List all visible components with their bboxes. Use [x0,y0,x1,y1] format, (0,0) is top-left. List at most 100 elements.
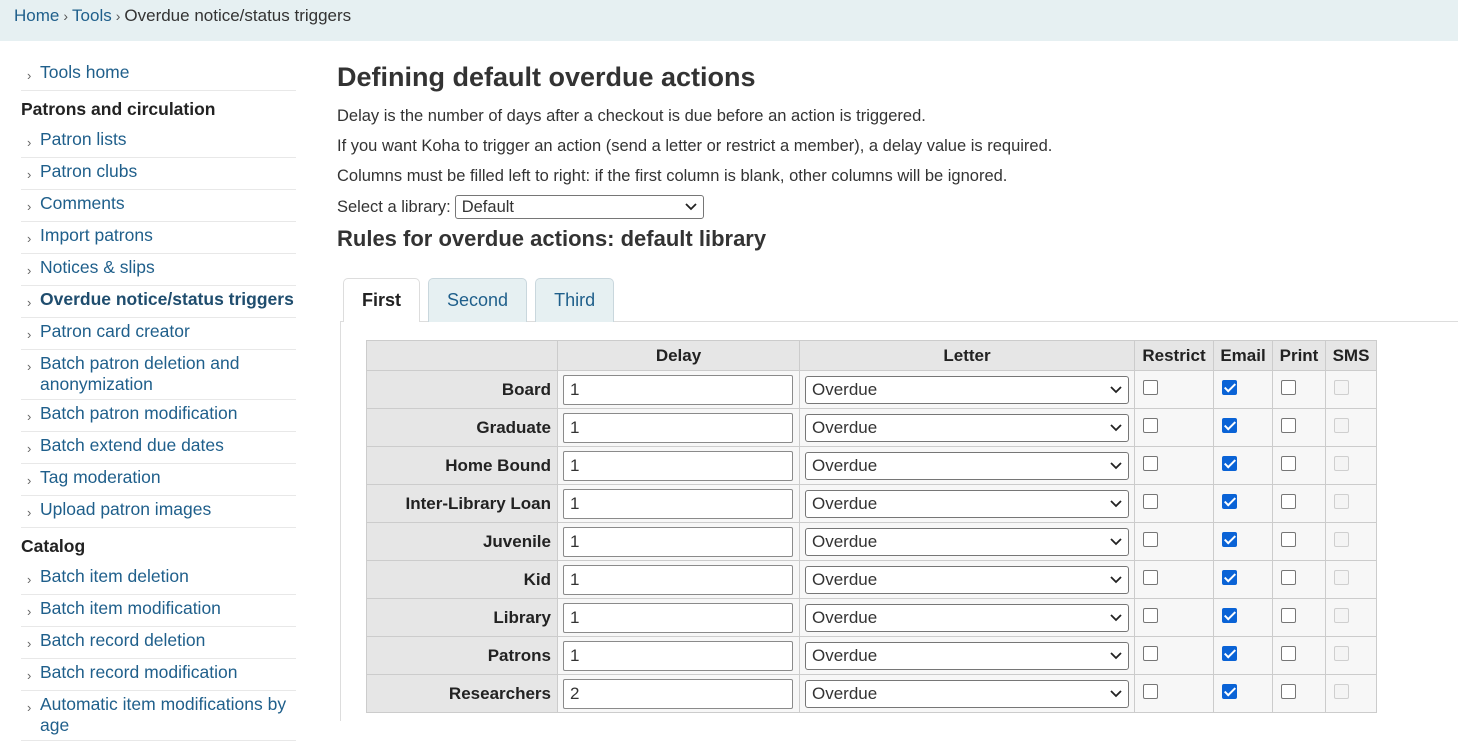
tab-second[interactable]: Second [428,278,528,322]
sidebar-item-batch-patron-deletion-and-anonymization[interactable]: › Batch patron deletion and anonymization [21,350,296,400]
restrict-checkbox[interactable] [1143,532,1158,547]
delay-input[interactable]: 1 [563,450,793,481]
restrict-checkbox[interactable] [1143,456,1158,471]
print-checkbox[interactable] [1281,684,1296,699]
letter-select[interactable]: Overdue [805,413,1129,442]
print-checkbox[interactable] [1281,532,1296,547]
breadcrumb-current: Overdue notice/status triggers [124,6,352,25]
print-checkbox[interactable] [1281,608,1296,623]
sidebar-link[interactable]: Overdue notice/status triggers [40,289,294,310]
restrict-checkbox[interactable] [1143,570,1158,585]
tab-first[interactable]: First [343,278,421,322]
delay-input[interactable]: 1 [563,412,793,443]
letter-select[interactable]: Overdue [805,527,1129,556]
restrict-checkbox[interactable] [1143,646,1158,661]
sidebar-link[interactable]: Upload patron images [40,499,211,520]
chevron-right-icon: › [27,505,32,520]
delay-input[interactable]: 1 [563,564,793,595]
email-checkbox[interactable] [1222,608,1237,623]
sidebar-item-comments[interactable]: › Comments [21,190,296,222]
delay-input[interactable]: 1 [563,526,793,557]
sidebar-link[interactable]: Batch extend due dates [40,435,224,456]
sidebar-item-patron-clubs[interactable]: › Patron clubs [21,158,296,190]
sidebar-item-notices-slips[interactable]: › Notices & slips [21,254,296,286]
sidebar-item-batch-item-deletion[interactable]: › Batch item deletion [21,563,296,595]
restrict-checkbox[interactable] [1143,608,1158,623]
sidebar-link[interactable]: Batch record modification [40,662,237,683]
email-checkbox[interactable] [1222,380,1237,395]
sidebar-item-patron-card-creator[interactable]: › Patron card creator [21,318,296,350]
sidebar-item-batch-extend-due-dates[interactable]: › Batch extend due dates [21,432,296,464]
print-checkbox[interactable] [1281,494,1296,509]
sidebar-item-patron-lists[interactable]: › Patron lists [21,126,296,158]
restrict-checkbox[interactable] [1143,380,1158,395]
email-checkbox[interactable] [1222,570,1237,585]
help-text: Columns must be filled left to right: if… [337,167,1008,185]
restrict-checkbox[interactable] [1143,684,1158,699]
chevron-right-icon: › [27,604,32,619]
sidebar-link[interactable]: Comments [40,193,125,214]
sidebar-item-batch-record-modification[interactable]: › Batch record modification [21,659,296,691]
table-row: Board 1 Overdue [366,370,1377,409]
sidebar-link[interactable]: Batch record deletion [40,630,205,651]
column-header-category [366,340,558,371]
print-checkbox[interactable] [1281,456,1296,471]
sidebar-link[interactable]: Tools home [40,62,130,83]
library-select[interactable]: Default [454,195,704,219]
sidebar-item-import-patrons[interactable]: › Import patrons [21,222,296,254]
email-checkbox[interactable] [1222,456,1237,471]
email-checkbox[interactable] [1222,684,1237,699]
delay-input[interactable]: 1 [563,374,793,405]
sidebar-item-automatic-item-modifications-by-age[interactable]: › Automatic item modifications by age [21,691,296,741]
sidebar-link[interactable]: Batch patron deletion and anonymization [40,353,296,395]
breadcrumb-tools-link[interactable]: Tools [72,6,112,25]
sidebar-item-tools-home[interactable]: › Tools home [21,59,296,91]
letter-value: Overdue [812,607,878,627]
letter-select[interactable]: Overdue [805,641,1129,670]
sidebar-item-upload-patron-images[interactable]: › Upload patron images [21,496,296,528]
print-checkbox[interactable] [1281,380,1296,395]
sidebar-link[interactable]: Notices & slips [40,257,155,278]
sidebar-section-heading: Patrons and circulation [21,99,216,119]
chevron-right-icon: › [27,327,32,342]
print-checkbox[interactable] [1281,570,1296,585]
tab-third[interactable]: Third [535,278,615,322]
delay-input[interactable]: 2 [563,678,793,709]
email-checkbox[interactable] [1222,494,1237,509]
sidebar-item-batch-item-modification[interactable]: › Batch item modification [21,595,296,627]
email-checkbox[interactable] [1222,418,1237,433]
restrict-checkbox[interactable] [1143,418,1158,433]
sidebar-link[interactable]: Patron clubs [40,161,137,182]
sidebar-link[interactable]: Patron lists [40,129,127,150]
letter-select[interactable]: Overdue [805,603,1129,632]
letter-select[interactable]: Overdue [805,375,1129,404]
sidebar-link[interactable]: Import patrons [40,225,153,246]
letter-select[interactable]: Overdue [805,679,1129,708]
sidebar-item-batch-record-deletion[interactable]: › Batch record deletion [21,627,296,659]
sms-checkbox [1334,456,1349,471]
breadcrumb-home-link[interactable]: Home [14,6,59,25]
sidebar-link[interactable]: Tag moderation [40,467,161,488]
sidebar-item-overdue-notice-status-triggers[interactable]: › Overdue notice/status triggers [21,286,296,318]
sidebar-link[interactable]: Batch item modification [40,598,221,619]
letter-select[interactable]: Overdue [805,451,1129,480]
letter-select[interactable]: Overdue [805,489,1129,518]
email-checkbox[interactable] [1222,532,1237,547]
sidebar-link[interactable]: Batch patron modification [40,403,237,424]
print-checkbox[interactable] [1281,646,1296,661]
sidebar-link[interactable]: Batch item deletion [40,566,189,587]
sms-checkbox [1334,494,1349,509]
email-checkbox[interactable] [1222,646,1237,661]
delay-input[interactable]: 1 [563,602,793,633]
sidebar-link[interactable]: Patron card creator [40,321,190,342]
table-header-row: Delay Letter Restrict Email Print SMS [366,340,1377,371]
restrict-checkbox[interactable] [1143,494,1158,509]
chevron-right-icon: › [27,359,32,374]
delay-input[interactable]: 1 [563,640,793,671]
sidebar-item-batch-patron-modification[interactable]: › Batch patron modification [21,400,296,432]
letter-select[interactable]: Overdue [805,565,1129,594]
print-checkbox[interactable] [1281,418,1296,433]
sidebar-link[interactable]: Automatic item modifications by age [40,694,296,736]
sidebar-item-tag-moderation[interactable]: › Tag moderation [21,464,296,496]
delay-input[interactable]: 1 [563,488,793,519]
